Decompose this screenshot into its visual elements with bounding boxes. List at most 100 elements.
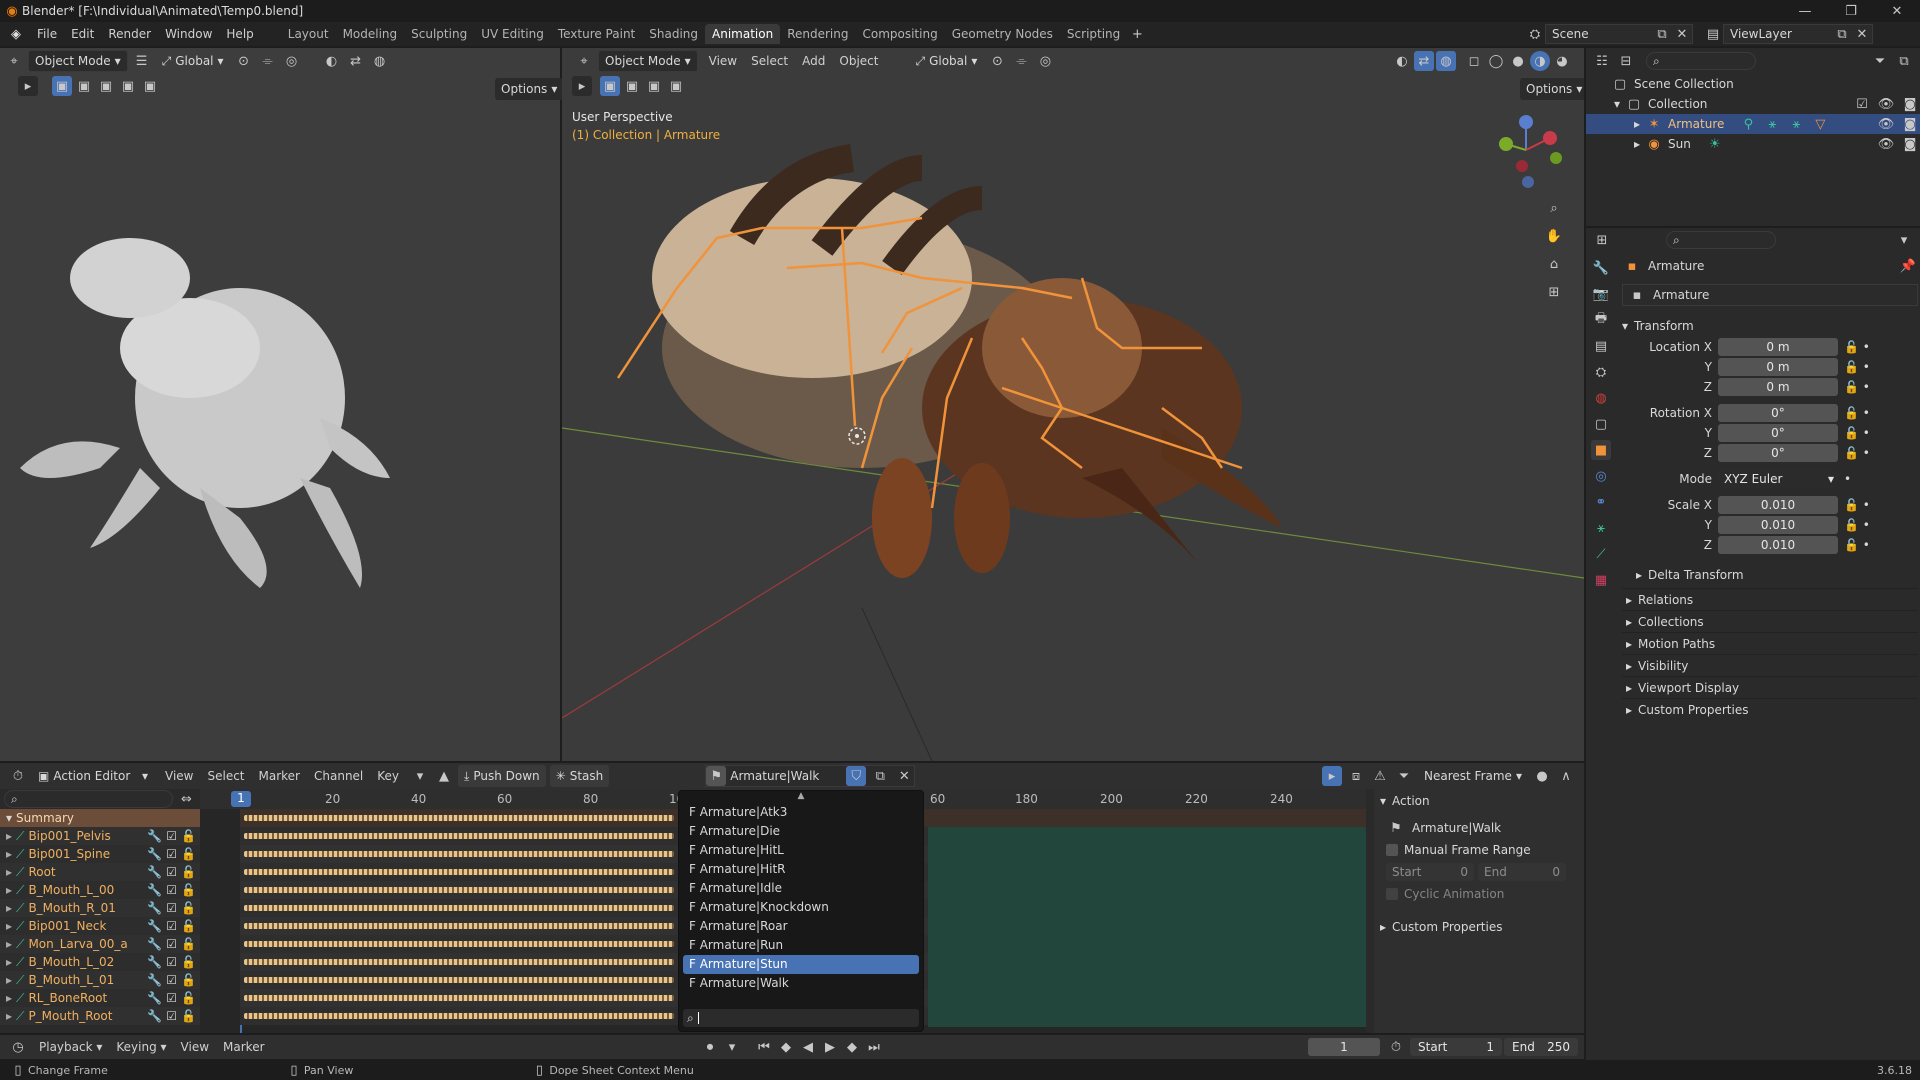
channel-checkbox-icon[interactable]: ☑ xyxy=(166,919,177,933)
keyframe-strip[interactable] xyxy=(244,1013,674,1019)
current-frame-field[interactable]: 1 xyxy=(1308,1038,1380,1056)
close-icon[interactable]: ✕ xyxy=(1874,1,1920,21)
channel-expand-icon[interactable]: ▸ xyxy=(6,865,12,879)
action-list-item[interactable]: F Armature|Atk3 xyxy=(683,803,919,822)
channel-lock-icon[interactable]: 🔓 xyxy=(181,865,196,879)
navigation-gizmo[interactable] xyxy=(1494,110,1574,190)
armature-eye-icon[interactable]: 👁 xyxy=(1876,114,1896,134)
grid-view-icon[interactable]: ⊞ xyxy=(1544,282,1564,302)
keyframe-strip[interactable] xyxy=(244,869,674,875)
channel-lock-icon[interactable]: 🔓 xyxy=(181,901,196,915)
keyframe-strip[interactable] xyxy=(244,923,674,929)
play-icon[interactable]: ▶ xyxy=(820,1037,840,1057)
channel-expand-icon[interactable]: ▸ xyxy=(6,973,12,987)
location-z-field[interactable]: 0 m xyxy=(1718,378,1838,396)
workspace-tab-sculpting[interactable]: Sculpting xyxy=(404,24,474,44)
channel-wrench-icon[interactable]: 🔧 xyxy=(147,1009,162,1023)
rotation-y-lock-icon[interactable]: 🔓 • xyxy=(1844,426,1884,440)
minimize-icon[interactable]: — xyxy=(1782,1,1828,21)
timeline-editor-icon[interactable]: ◷ xyxy=(8,1037,28,1057)
channel-checkbox-icon[interactable]: ☑ xyxy=(166,955,177,969)
blender-menu-icon[interactable]: ◈ xyxy=(6,24,26,44)
action-menu-channel[interactable]: Channel xyxy=(307,769,370,783)
editor-type-icon[interactable]: ⌖ xyxy=(4,51,24,71)
select-subtract-icon[interactable]: ▣ xyxy=(96,76,116,96)
panel-visibility[interactable]: ▸ Visibility xyxy=(1622,654,1918,676)
camera-viewport[interactable]: ⌖ Object Mode ▾ ☰ ⤢ Global ▾ ⊙ ⌯ ◎ ◐ ⇄ ◍ ▸ … xyxy=(0,48,564,761)
action-menu-select[interactable]: Select xyxy=(200,769,251,783)
timeline-menu-keying[interactable]: Keying ▾ xyxy=(109,1040,173,1054)
scale-x-lock-icon[interactable]: 🔓 • xyxy=(1844,498,1884,512)
timeline-menu-marker[interactable]: Marker xyxy=(216,1040,271,1054)
expand-collection-icon[interactable]: ▾ xyxy=(1614,97,1620,111)
output-tab-icon[interactable]: 🖶 xyxy=(1591,310,1611,330)
location-y-lock-icon[interactable]: 🔓 • xyxy=(1844,360,1884,374)
rotation-y-field[interactable]: 0° xyxy=(1718,424,1838,442)
outliner-display-mode-icon[interactable]: ⊟ xyxy=(1616,51,1636,71)
camera-options-dropdown[interactable]: Options ▾ xyxy=(495,78,564,100)
location-z-lock-icon[interactable]: 🔓 • xyxy=(1844,380,1884,394)
channel-checkbox-icon[interactable]: ☑ xyxy=(166,847,177,861)
channel-lock-icon[interactable]: 🔓 xyxy=(181,937,196,951)
menu-file[interactable]: File xyxy=(30,27,64,41)
channel-row[interactable]: ▸ ⟋ Bip001_Neck 🔧 ☑ 🔓 xyxy=(0,917,200,935)
duplicate-action-icon[interactable]: ⧉ xyxy=(870,766,890,786)
main-viewport[interactable]: ⌖ Object Mode ▾ View Select Add Object ⤢ Glob… xyxy=(562,48,1584,761)
action-browse-icon[interactable]: ⚑ xyxy=(706,766,727,786)
bone-tab-icon[interactable]: ⟋ xyxy=(1591,544,1611,564)
view-layer-icon[interactable]: ▤ xyxy=(1703,24,1723,44)
panel-relations[interactable]: ▸ Relations xyxy=(1622,588,1918,610)
channel-checkbox-icon[interactable]: ☑ xyxy=(166,883,177,897)
panel-motion-paths[interactable]: ▸ Motion Paths xyxy=(1622,632,1918,654)
select-box-icon[interactable]: ▣ xyxy=(52,76,72,96)
keyframe-strip[interactable] xyxy=(244,851,674,857)
rotation-mode-dropdown[interactable]: XYZ Euler ▾ xyxy=(1718,470,1838,488)
end-frame-field[interactable]: End 250 xyxy=(1504,1038,1578,1056)
scene-tab-icon[interactable]: ⛭ xyxy=(1591,362,1611,382)
keyframe-strip[interactable] xyxy=(244,905,674,911)
action-start-field[interactable]: Start 0 xyxy=(1386,863,1474,881)
swap-icon[interactable]: ⇔ xyxy=(177,789,196,809)
action-selector[interactable]: ⚑ Armature|Walk ⛉ ⧉ ✕ xyxy=(705,765,916,787)
collection-tab-icon[interactable]: ▢ xyxy=(1591,414,1611,434)
location-x-lock-icon[interactable]: 🔓 • xyxy=(1844,340,1884,354)
action-list-item[interactable]: F Armature|Die xyxy=(683,822,919,841)
action-list-item[interactable]: F Armature|Walk xyxy=(683,974,919,993)
pin-icon[interactable]: 📌 xyxy=(1898,256,1918,276)
outliner-filter-icon[interactable]: ⏷ xyxy=(1870,51,1890,71)
channel-lock-icon[interactable]: 🔓 xyxy=(181,883,196,897)
channel-checkbox-icon[interactable]: ☑ xyxy=(166,991,177,1005)
play-reverse-icon[interactable]: ◀ xyxy=(798,1037,818,1057)
collection-camera-icon[interactable]: ◙ xyxy=(1900,94,1920,114)
channel-wrench-icon[interactable]: 🔧 xyxy=(147,847,162,861)
channel-wrench-icon[interactable]: 🔧 xyxy=(147,937,162,951)
properties-options-icon[interactable]: ▾ xyxy=(1894,230,1914,250)
visibility-icon[interactable]: ◐ xyxy=(322,51,342,71)
rotation-z-lock-icon[interactable]: 🔓 • xyxy=(1844,446,1884,460)
properties-search-input[interactable]: ⌕ xyxy=(1666,231,1776,249)
channel-row[interactable]: ▸ ⟋ B_Mouth_L_02 🔧 ☑ 🔓 xyxy=(0,953,200,971)
texture-tab-icon[interactable]: ▦ xyxy=(1591,570,1611,590)
new-view-layer-icon[interactable]: ⧉ xyxy=(1832,24,1852,44)
action-panel-header[interactable]: ▾ Action xyxy=(1374,789,1584,813)
channel-lock-icon[interactable]: 🔓 xyxy=(181,973,196,987)
maximize-icon[interactable]: ❐ xyxy=(1828,1,1874,21)
rotation-x-lock-icon[interactable]: 🔓 • xyxy=(1844,406,1884,420)
workspace-tab-layout[interactable]: Layout xyxy=(281,24,336,44)
channel-checkbox-icon[interactable]: ☑ xyxy=(166,829,177,843)
delta-transform-header[interactable]: ▸ Delta Transform xyxy=(1622,562,1918,588)
preview-range-icon[interactable]: ⏱ xyxy=(1386,1037,1406,1057)
snap-icon[interactable]: ⌯ xyxy=(258,51,278,71)
scale-y-lock-icon[interactable]: 🔓 • xyxy=(1844,518,1884,532)
channel-lock-icon[interactable]: 🔓 xyxy=(181,991,196,1005)
stash-button[interactable]: ✳ Stash xyxy=(549,765,610,787)
collection-eye-icon[interactable]: 👁 xyxy=(1876,94,1896,114)
current-frame-indicator[interactable]: 1 xyxy=(231,791,251,807)
action-custom-properties-header[interactable]: ▸ Custom Properties xyxy=(1374,915,1584,939)
physics-tab-icon[interactable]: ◎ xyxy=(1591,466,1611,486)
key-filter-icon[interactable]: ▾ xyxy=(410,766,430,786)
action-list-item[interactable]: F Armature|Roar xyxy=(683,917,919,936)
action-menu-key[interactable]: Key xyxy=(370,769,406,783)
jump-start-icon[interactable]: ⏮ xyxy=(754,1037,774,1057)
keyframe-strip[interactable] xyxy=(244,833,674,839)
